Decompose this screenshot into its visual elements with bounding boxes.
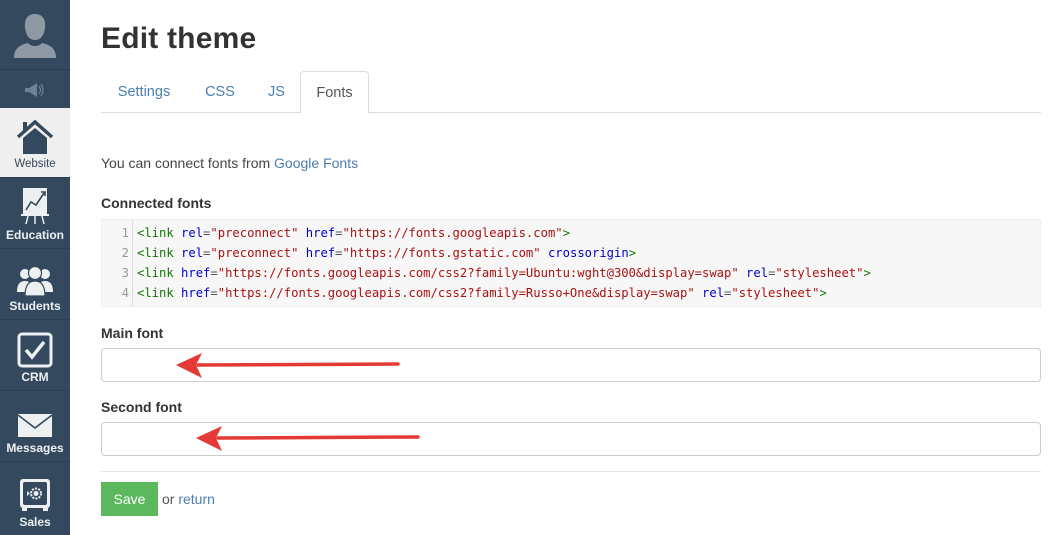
code-token-str: "https://fonts.googleapis.com" [342, 226, 563, 240]
code-token-str: "https://fonts.gstatic.com" [342, 246, 541, 260]
sidebar-item-sales[interactable]: Sales [0, 462, 70, 535]
users-group-icon [17, 265, 53, 297]
code-token-punc: > [863, 266, 871, 280]
tab-settings[interactable]: Settings [101, 71, 187, 113]
code-line: 4 <link href="https://fonts.googleapis.co… [102, 283, 827, 303]
connected-fonts-code-editor[interactable]: 1 <link rel="preconnect" href="https://fo… [101, 219, 1041, 307]
megaphone-icon [25, 82, 44, 97]
sidebar-item-label: Education [5, 228, 64, 242]
code-token-eq: = [210, 266, 218, 280]
checkbox-icon [17, 332, 53, 368]
sidebar-item-label: CRM [21, 370, 49, 384]
code-token-sp [174, 246, 181, 260]
code-text: <link rel="preconnect" href="https://fon… [137, 243, 636, 263]
code-token-attr: crossorigin [547, 246, 629, 260]
line-number: 1 [121, 226, 129, 240]
return-text: or return [162, 491, 215, 507]
code-token-eq: = [335, 226, 343, 240]
code-token-punc: > [819, 286, 827, 300]
code-token-str: "preconnect" [210, 246, 299, 260]
code-text: <link href="https://fonts.googleapis.com… [137, 263, 871, 283]
sidebar-item-label: Students [9, 299, 61, 313]
form-divider [101, 471, 1041, 472]
save-button[interactable]: Save [101, 482, 158, 516]
code-token-sp [174, 286, 181, 300]
code-token-str: "stylesheet" [731, 286, 820, 300]
return-link[interactable]: return [178, 491, 215, 507]
sidebar-item-crm[interactable]: CRM [0, 320, 70, 391]
page-title: Edit theme [101, 22, 257, 55]
code-text: <link href="https://fonts.googleapis.com… [137, 283, 827, 303]
code-token-tag: <link [137, 246, 174, 260]
code-token-eq: = [210, 286, 218, 300]
code-token-attr: href [181, 266, 211, 280]
sidebar-item-label: Messages [6, 441, 64, 455]
avatar[interactable] [0, 0, 70, 70]
code-line: 3 <link href="https://fonts.googleapis.co… [102, 263, 871, 283]
intro-text-prefix: You can connect fonts from [101, 155, 275, 171]
code-token-attr: href [181, 286, 211, 300]
safe-icon [20, 479, 50, 511]
line-number: 4 [121, 286, 129, 300]
code-token-attr: rel [181, 246, 204, 260]
code-token-tag: <link [137, 266, 174, 280]
sidebar-item-website[interactable]: Website [0, 108, 70, 178]
house-icon [16, 119, 54, 154]
line-number: 2 [121, 246, 129, 260]
annotation-arrow-main-font [176, 353, 400, 378]
code-token-str: "preconnect" [210, 226, 299, 240]
code-token-attr: rel [746, 266, 769, 280]
code-lines: 1 <link rel="preconnect" href="https://fo… [102, 223, 871, 303]
code-token-tag: <link [137, 226, 174, 240]
code-token-str: "https://fonts.googleapis.com/css2?famil… [217, 266, 739, 280]
code-token-sp [695, 286, 702, 300]
second-font-label: Second font [101, 399, 182, 415]
envelope-icon [17, 414, 53, 437]
presentation-chart-icon [21, 188, 49, 225]
tab-css[interactable]: CSS [187, 71, 253, 113]
code-token-attr: href [305, 246, 336, 260]
intro-text: You can connect fonts from Google Fonts [101, 155, 358, 171]
connected-fonts-label: Connected fonts [101, 195, 212, 211]
code-token-attr: href [305, 226, 336, 240]
sidebar: Website Education Students CRM Messages … [0, 0, 70, 535]
google-fonts-link[interactable]: Google Fonts [274, 155, 358, 171]
code-token-sp [541, 246, 548, 260]
sidebar-item-students[interactable]: Students [0, 249, 70, 320]
code-text: <link rel="preconnect" href="https://fon… [137, 223, 570, 243]
main-font-label: Main font [101, 325, 164, 341]
code-token-sp [174, 226, 181, 240]
sidebar-item-messages[interactable]: Messages [0, 391, 70, 462]
code-token-str: "https://fonts.googleapis.com/css2?famil… [217, 286, 695, 300]
user-silhouette-icon [14, 13, 56, 58]
code-token-sp [298, 226, 305, 240]
code-token-tag: <link [137, 286, 174, 300]
code-line: 2 <link rel="preconnect" href="https://fo… [102, 243, 636, 263]
code-token-str: "stylesheet" [775, 266, 864, 280]
code-token-sp [174, 266, 181, 280]
code-token-eq: = [335, 246, 343, 260]
code-token-punc: > [628, 246, 637, 260]
sidebar-item-label: Sales [19, 515, 51, 529]
or-text: or [162, 491, 179, 507]
line-number: 3 [121, 266, 129, 280]
tab-bar: Settings CSS JS Fonts [101, 71, 1041, 114]
tab-fonts[interactable]: Fonts [300, 71, 369, 114]
sidebar-item-label: Website [14, 158, 56, 170]
code-token-attr: rel [181, 226, 204, 240]
code-line: 1 <link rel="preconnect" href="https://fo… [102, 223, 570, 243]
announcements-button[interactable] [0, 71, 70, 108]
sidebar-item-education[interactable]: Education [0, 178, 70, 249]
code-token-sp [739, 266, 746, 280]
annotation-arrow-second-font [196, 426, 420, 451]
code-token-punc: > [562, 226, 570, 240]
code-token-attr: rel [702, 286, 725, 300]
code-token-sp [298, 246, 305, 260]
tab-js[interactable]: JS [253, 71, 300, 113]
